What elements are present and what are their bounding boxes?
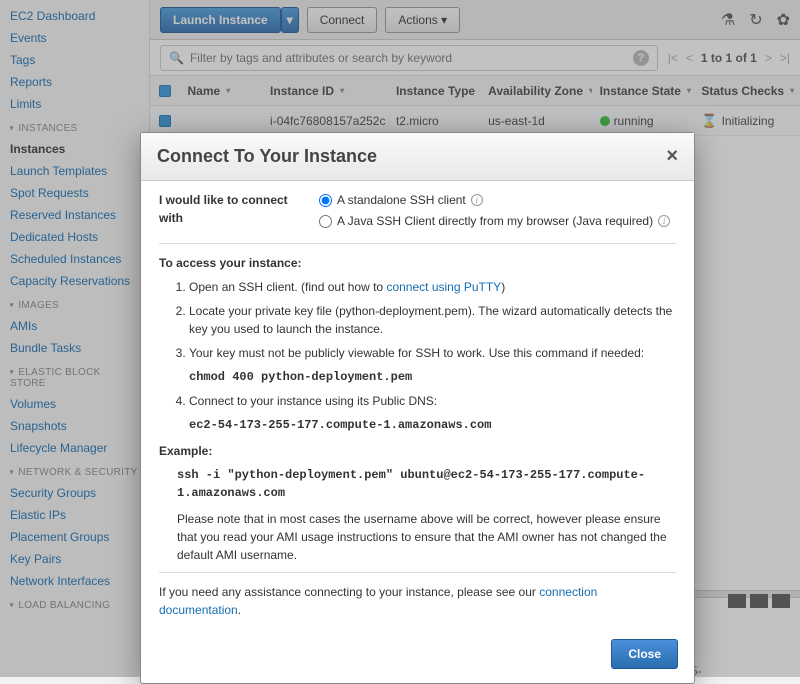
step-1: Open an SSH client. (find out how to con… (189, 278, 676, 296)
assistance-text: If you need any assistance connecting to… (159, 583, 676, 619)
modal-footer: Close (141, 629, 694, 683)
modal-title: Connect To Your Instance (157, 146, 666, 167)
ssh-command: ssh -i "python-deployment.pem" ubuntu@ec… (177, 466, 676, 502)
modal-header: Connect To Your Instance × (141, 133, 694, 181)
putty-link[interactable]: connect using PuTTY (386, 280, 501, 294)
access-heading: To access your instance: (159, 254, 676, 272)
chmod-command: chmod 400 python-deployment.pem (189, 368, 676, 386)
step-3: Your key must not be publicly viewable f… (189, 344, 676, 362)
connect-modal: Connect To Your Instance × I would like … (140, 132, 695, 684)
username-note: Please note that in most cases the usern… (177, 510, 676, 564)
step-4: Connect to your instance using its Publi… (189, 392, 676, 410)
example-heading: Example: (159, 442, 676, 460)
info-icon[interactable]: i (471, 194, 483, 206)
public-dns: ec2-54-173-255-177.compute-1.amazonaws.c… (189, 416, 676, 434)
close-button[interactable]: Close (611, 639, 678, 669)
radio-ssh-client[interactable] (319, 194, 332, 207)
connect-with-label: I would like to connect with (159, 191, 309, 227)
info-icon[interactable]: i (658, 215, 670, 227)
close-icon[interactable]: × (666, 145, 678, 168)
modal-body: I would like to connect with A standalon… (141, 181, 694, 629)
step-2: Locate your private key file (python-dep… (189, 302, 676, 338)
radio-java-client[interactable] (319, 215, 332, 228)
